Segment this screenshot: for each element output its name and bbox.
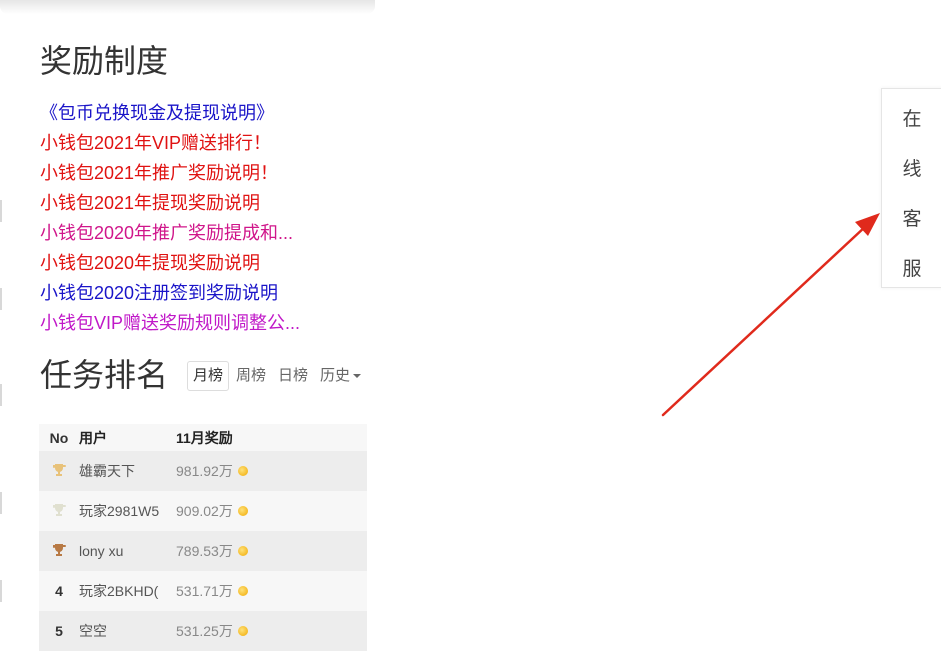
annotation-arrow — [661, 213, 880, 417]
